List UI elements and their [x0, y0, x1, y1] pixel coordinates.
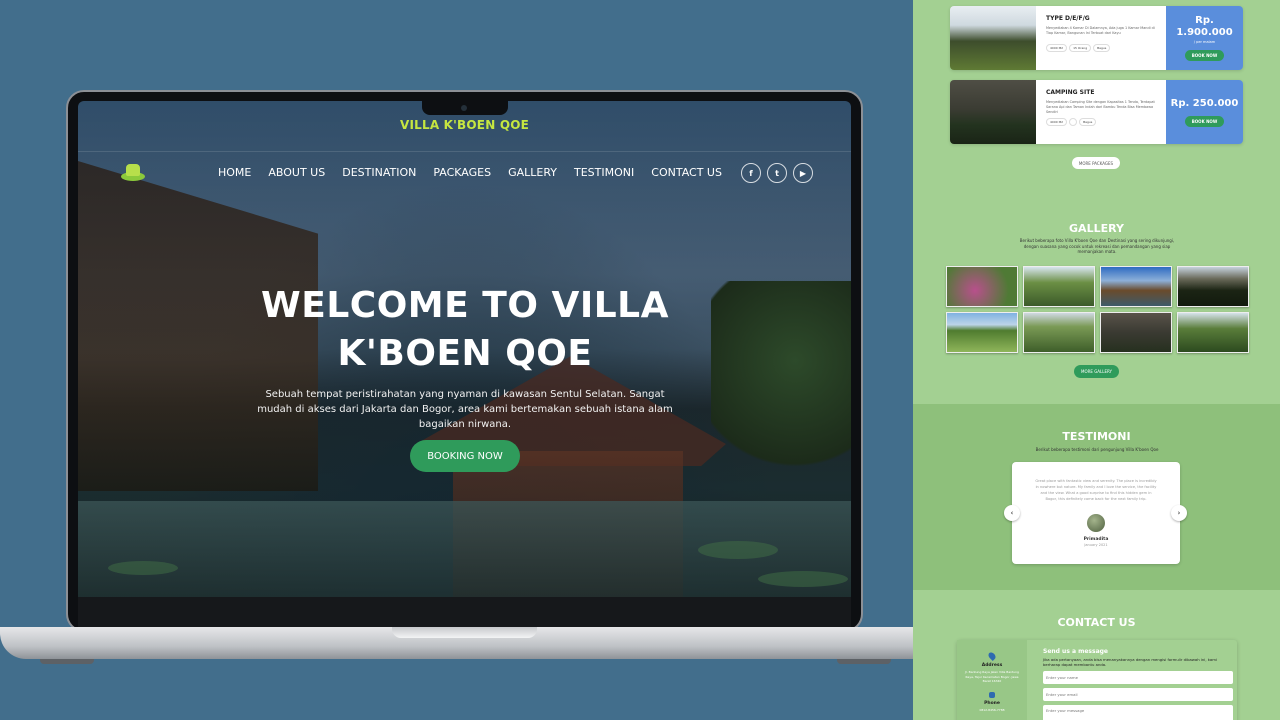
gallery-subtitle: Berikut beberapa foto Villa K'boen Qoe d… [1019, 238, 1175, 254]
address-text: Jl. Bantung Raya Jalan Villa Bantung Ray… [965, 670, 1019, 683]
twitter-icon[interactable]: t [767, 163, 787, 183]
screen-bezel [78, 597, 851, 627]
laptop-foot [40, 659, 94, 664]
package-name: CAMPING SITE [1046, 89, 1095, 96]
package-price: Rp. 250.000 [1170, 97, 1239, 109]
nav-testimoni[interactable]: TESTIMONI [574, 166, 634, 179]
nav-divider [78, 151, 851, 152]
mobile-preview-panel: TYPE D/E/F/G Menyediakan 4 Kamar Di Dala… [913, 0, 1280, 720]
package-price: Rp. 1.900.000 [1176, 15, 1233, 38]
package-chip: 15 Orang [1069, 44, 1092, 52]
contact-form: Send us a message Jika ada pertanyaan, a… [1043, 648, 1233, 720]
laptop-foot [837, 659, 891, 664]
form-subtitle: Jika ada pertanyaan, anda bisa menanyaka… [1043, 657, 1217, 667]
logo-icon[interactable] [117, 160, 149, 184]
package-image [950, 80, 1036, 144]
gallery-image[interactable] [1023, 312, 1095, 353]
gallery-grid [946, 266, 1249, 353]
package-price-note: / per malam [1193, 40, 1216, 44]
testimoni-subtitle: Berikut beberapa testimoni dari pengunju… [1035, 447, 1159, 452]
map-pin-icon [987, 651, 997, 661]
gallery-image[interactable] [1100, 266, 1172, 307]
email-field[interactable] [1043, 688, 1233, 701]
nav-destination[interactable]: DESTINATION [342, 166, 416, 179]
testimonial-card: Great place with fantastic view and sere… [1012, 462, 1180, 564]
gallery-title: GALLERY [1069, 222, 1124, 235]
gallery-image[interactable] [1023, 266, 1095, 307]
nav-home[interactable]: HOME [218, 166, 251, 179]
laptop-base [0, 627, 946, 659]
more-gallery-button[interactable]: MORE GALLERY [1074, 365, 1119, 378]
camera-notch [422, 101, 508, 115]
package-image [950, 6, 1036, 70]
package-desc: Menyediakan 4 Kamar Di Dalamnya, Ada jug… [1046, 26, 1155, 35]
social-links: f t ▶ [741, 163, 813, 183]
message-field[interactable] [1043, 705, 1233, 720]
package-chip: Bagus [1079, 118, 1097, 126]
book-now-button[interactable]: BOOK NOW [1184, 115, 1225, 127]
testimonial-date: January 2021 [1084, 543, 1108, 547]
phone-icon [989, 691, 995, 698]
testimoni-title: TESTIMONI [1062, 430, 1131, 443]
nav-contact-us[interactable]: CONTACT US [651, 166, 722, 179]
hero-subtitle: Sebuah tempat peristirahatan yang nyaman… [257, 389, 673, 430]
avatar [1087, 514, 1105, 532]
phone-text: 0812-8456-7788 [979, 707, 1005, 712]
contact-card: Address Jl. Bantung Raya Jalan Villa Ban… [957, 640, 1237, 720]
contact-title: CONTACT US [1057, 616, 1136, 629]
gallery-image[interactable] [1177, 266, 1249, 307]
gallery-image[interactable] [1100, 312, 1172, 353]
name-field[interactable] [1043, 671, 1233, 684]
form-title: Send us a message [1043, 648, 1108, 655]
book-now-button[interactable]: BOOK NOW [1184, 50, 1225, 61]
package-chip [1069, 118, 1078, 126]
package-desc: Menyediakan Camping Site dengan Kapasita… [1046, 100, 1155, 114]
main-nav: HOME ABOUT US DESTINATION PACKAGES GALLE… [218, 166, 722, 179]
nav-gallery[interactable]: GALLERY [508, 166, 557, 179]
package-chip: 4000 M2 [1046, 44, 1068, 52]
facebook-icon[interactable]: f [741, 163, 761, 183]
gallery-image[interactable] [946, 312, 1018, 353]
package-chip: 4000 M2 [1046, 118, 1068, 126]
nav-about-us[interactable]: ABOUT US [268, 166, 325, 179]
next-arrow-icon[interactable]: › [1171, 505, 1187, 521]
prev-arrow-icon[interactable]: ‹ [1004, 505, 1020, 521]
testimonial-name: Primadita [1083, 537, 1109, 542]
package-card: TYPE D/E/F/G Menyediakan 4 Kamar Di Dala… [950, 6, 1243, 70]
hero-title: WELCOME TO VILLA K'BOEN QOE [261, 285, 669, 374]
booking-now-button[interactable]: BOOKING NOW [410, 440, 520, 472]
package-card: CAMPING SITE Menyediakan Camping Site de… [950, 80, 1243, 144]
package-chip: Bagus [1093, 44, 1111, 52]
testimonial-quote: Great place with fantastic view and sere… [1035, 479, 1157, 501]
gallery-image[interactable] [946, 266, 1018, 307]
site-brand[interactable]: VILLA K'BOEN QOE [78, 118, 851, 132]
contact-info: Address Jl. Bantung Raya Jalan Villa Ban… [957, 640, 1027, 720]
gallery-image[interactable] [1177, 312, 1249, 353]
more-packages-button[interactable]: MORE PACKAGES [1072, 157, 1120, 169]
nav-packages[interactable]: PACKAGES [433, 166, 491, 179]
package-name: TYPE D/E/F/G [1046, 15, 1090, 22]
youtube-icon[interactable]: ▶ [793, 163, 813, 183]
